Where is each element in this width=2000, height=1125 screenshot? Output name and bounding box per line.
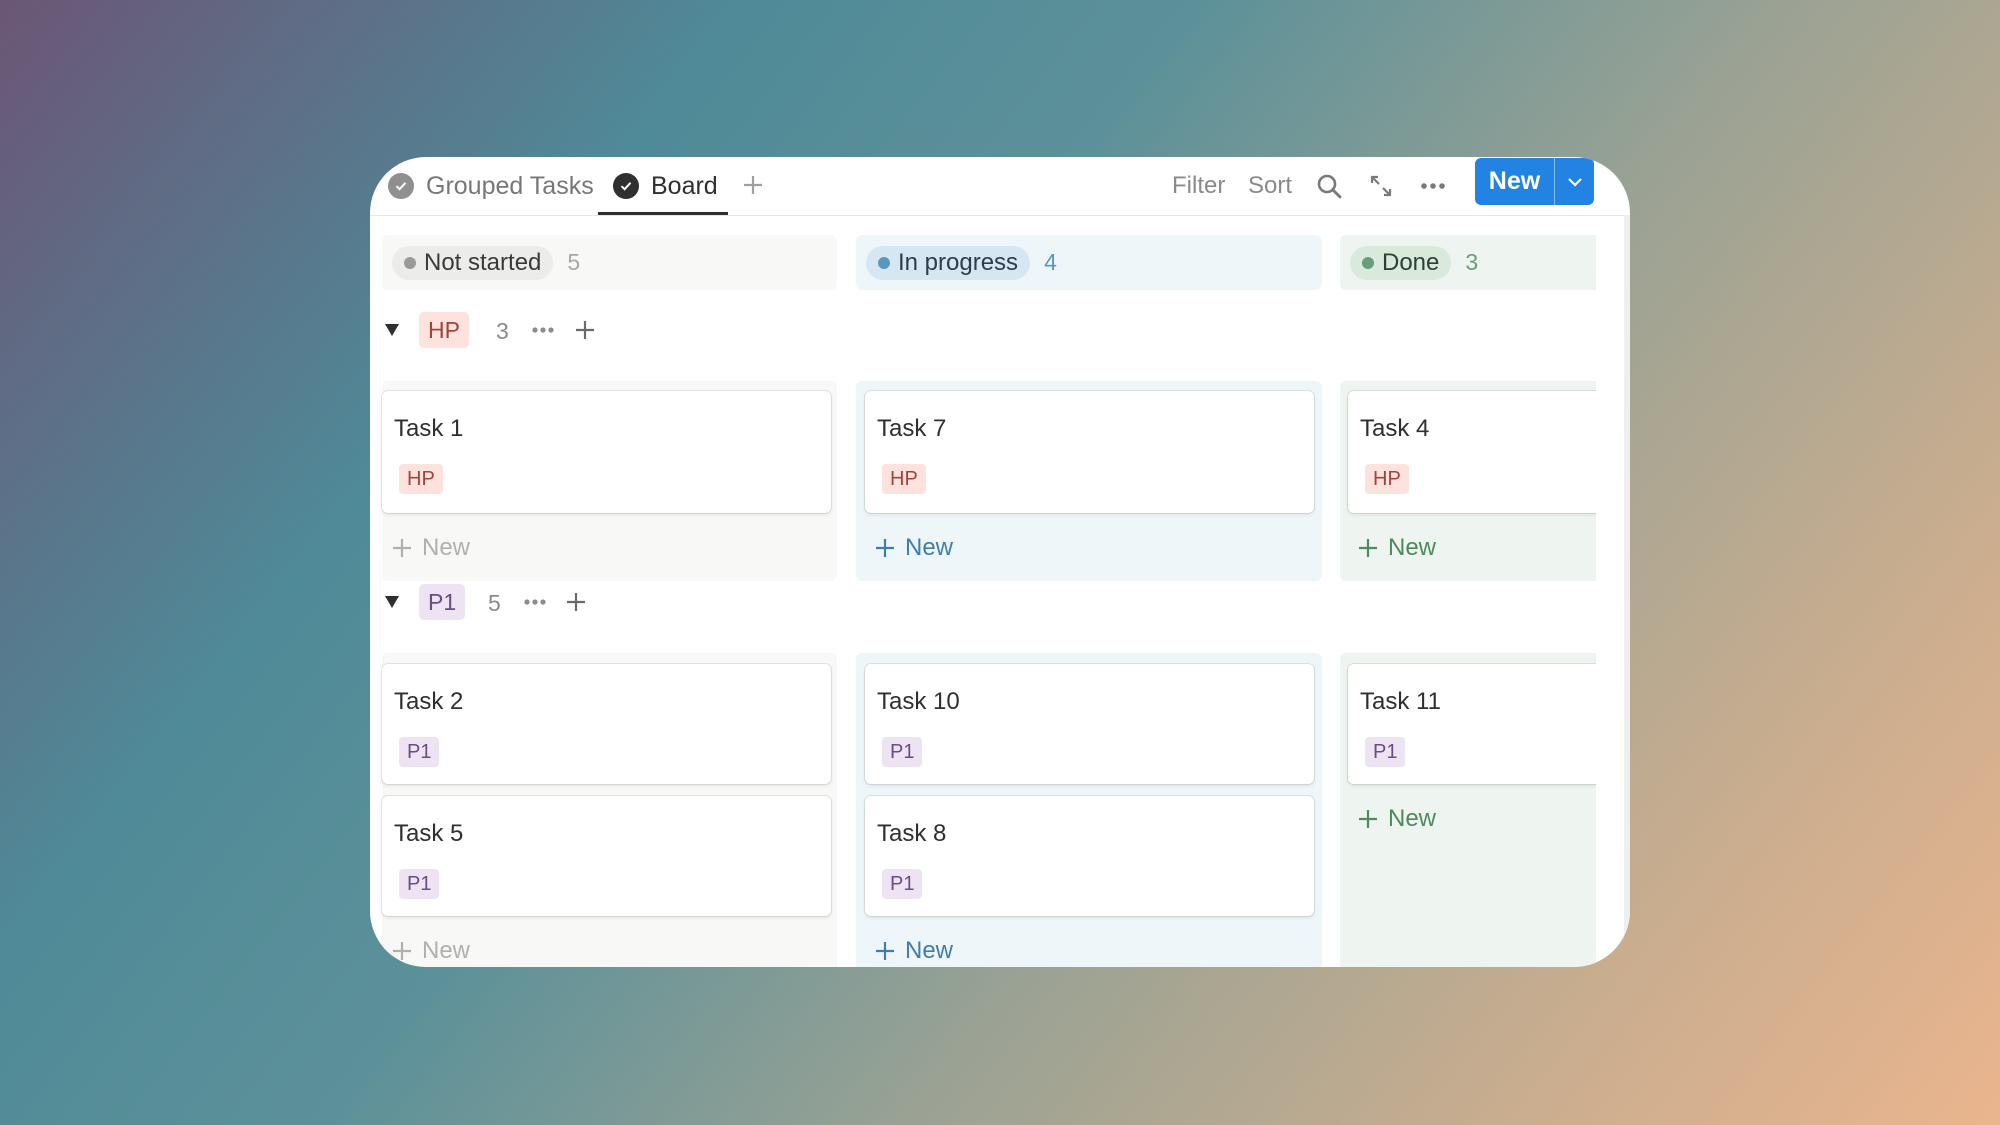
chevron-down-icon [1567, 177, 1582, 187]
priority-tag: P1 [1365, 737, 1406, 767]
priority-tag: HP [1365, 464, 1409, 494]
group-add-button[interactable] [570, 315, 600, 345]
more-options-button[interactable] [1417, 170, 1449, 202]
group-more-button[interactable] [528, 315, 558, 345]
plus-icon [393, 942, 411, 960]
check-circle-icon [388, 173, 414, 199]
task-card[interactable]: Task 1 HP [382, 391, 831, 513]
priority-tag: P1 [882, 869, 923, 899]
card-title: Task 4 [1360, 415, 1430, 442]
status-dot [878, 256, 890, 269]
task-card[interactable]: Task 7 HP [865, 391, 1314, 513]
plus-icon [876, 942, 894, 960]
triangle-down-icon [385, 596, 399, 608]
new-card-button[interactable]: New [392, 528, 470, 568]
card-title: Task 8 [877, 820, 947, 847]
priority-tag: HP [399, 464, 443, 494]
plus-icon [876, 539, 894, 557]
column-header-not-started[interactable]: Not started 5 [382, 235, 580, 290]
new-dropdown-button[interactable] [1555, 158, 1594, 205]
task-card[interactable]: Task 10 P1 [865, 664, 1314, 784]
task-card[interactable]: Task 8 P1 [865, 796, 1314, 916]
group-add-button[interactable] [561, 587, 591, 617]
expand-button[interactable] [1365, 170, 1397, 202]
task-card[interactable]: Task 11 P1 [1348, 664, 1596, 784]
plus-icon [567, 593, 585, 611]
status-label: Done [1382, 248, 1440, 276]
tab-grouped-tasks[interactable]: Grouped Tasks [388, 157, 594, 215]
status-badge: In progress [866, 245, 1031, 280]
group-count: 3 [496, 318, 509, 344]
new-card-button[interactable]: New [1358, 799, 1436, 839]
plus-icon [744, 176, 762, 194]
new-card-label: New [422, 534, 471, 561]
priority-tag: HP [882, 464, 926, 494]
card-title: Task 5 [394, 820, 464, 847]
priority-tag: P1 [399, 737, 440, 767]
new-card-label: New [422, 937, 471, 964]
task-card[interactable]: Task 5 P1 [382, 796, 831, 916]
group-header-p1: P1 5 [370, 582, 1596, 622]
card-title: Task 10 [877, 688, 960, 715]
group-header-hp: HP 3 [370, 310, 1596, 350]
new-card-button[interactable]: New [875, 528, 953, 568]
status-badge: Not started [392, 245, 554, 280]
priority-tag: P1 [882, 737, 923, 767]
new-card-label: New [1388, 805, 1437, 832]
new-card-button[interactable]: New [875, 931, 953, 967]
group-toggle[interactable] [382, 320, 402, 340]
new-button[interactable]: New [1475, 158, 1554, 205]
card-title: Task 11 [1360, 688, 1441, 715]
group-tag: P1 [419, 584, 466, 620]
column-header-in-progress[interactable]: In progress 4 [856, 235, 1057, 290]
group-toggle[interactable] [382, 592, 402, 612]
plus-icon [393, 539, 411, 557]
expand-icon [1370, 175, 1392, 197]
triangle-down-icon [385, 324, 399, 336]
new-card-button[interactable]: New [392, 931, 470, 967]
card-title: Task 2 [394, 688, 464, 715]
task-card[interactable]: Task 4 HP [1348, 391, 1596, 513]
scrollbar[interactable] [1624, 215, 1630, 967]
group-more-button[interactable] [520, 587, 550, 617]
card-title: Task 1 [394, 415, 464, 442]
status-dot [404, 256, 416, 269]
search-button[interactable] [1313, 170, 1345, 202]
status-dot [1362, 256, 1374, 269]
app-window: Grouped Tasks Board Filter Sort New Not … [370, 157, 1630, 967]
group-tag: HP [419, 312, 469, 348]
search-icon [1317, 174, 1342, 199]
priority-tag: P1 [399, 869, 440, 899]
filter-button[interactable]: Filter [1172, 157, 1225, 215]
tab-board[interactable]: Board [613, 157, 718, 215]
more-icon [532, 327, 554, 333]
plus-icon [576, 321, 594, 339]
group-count: 5 [488, 590, 501, 616]
column-count: 4 [1044, 249, 1057, 275]
status-badge: Done [1350, 245, 1452, 280]
status-label: Not started [424, 248, 542, 276]
column-count: 3 [1465, 249, 1479, 275]
new-card-label: New [1388, 534, 1437, 561]
new-card-label: New [905, 937, 954, 964]
status-label: In progress [898, 248, 1019, 276]
plus-icon [1359, 539, 1377, 557]
view-tab-bar: Grouped Tasks Board Filter Sort New [370, 157, 1630, 216]
new-button-group: New [1475, 158, 1594, 205]
new-card-label: New [905, 534, 954, 561]
board-view: Not started 5 In progress 4 Done 3 HP 3 [370, 215, 1596, 967]
tab-label: Grouped Tasks [426, 171, 594, 200]
column-header-done[interactable]: Done 3 [1340, 235, 1478, 290]
tab-label: Board [651, 171, 718, 200]
column-count: 5 [567, 249, 581, 275]
more-icon [524, 599, 546, 605]
add-view-button[interactable] [735, 167, 771, 203]
card-title: Task 7 [877, 415, 947, 442]
sort-button[interactable]: Sort [1248, 157, 1292, 215]
plus-icon [1359, 810, 1377, 828]
check-circle-icon [613, 173, 639, 199]
task-card[interactable]: Task 2 P1 [382, 664, 831, 784]
new-card-button[interactable]: New [1358, 528, 1436, 568]
more-icon [1421, 183, 1445, 189]
